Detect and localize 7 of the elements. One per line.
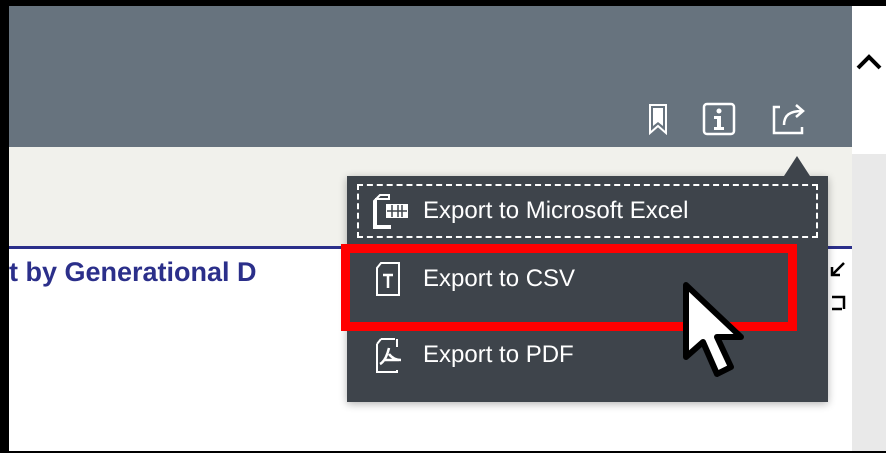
collapse-icon[interactable] <box>828 261 846 313</box>
spreadsheet-file-icon <box>371 193 411 229</box>
info-icon[interactable] <box>702 102 736 136</box>
scroll-up-icon[interactable] <box>856 54 882 70</box>
bookmark-icon[interactable] <box>648 103 668 135</box>
report-title: t by Generational D <box>9 257 257 288</box>
menu-item[interactable]: Export to Microsoft Excel <box>357 184 818 238</box>
